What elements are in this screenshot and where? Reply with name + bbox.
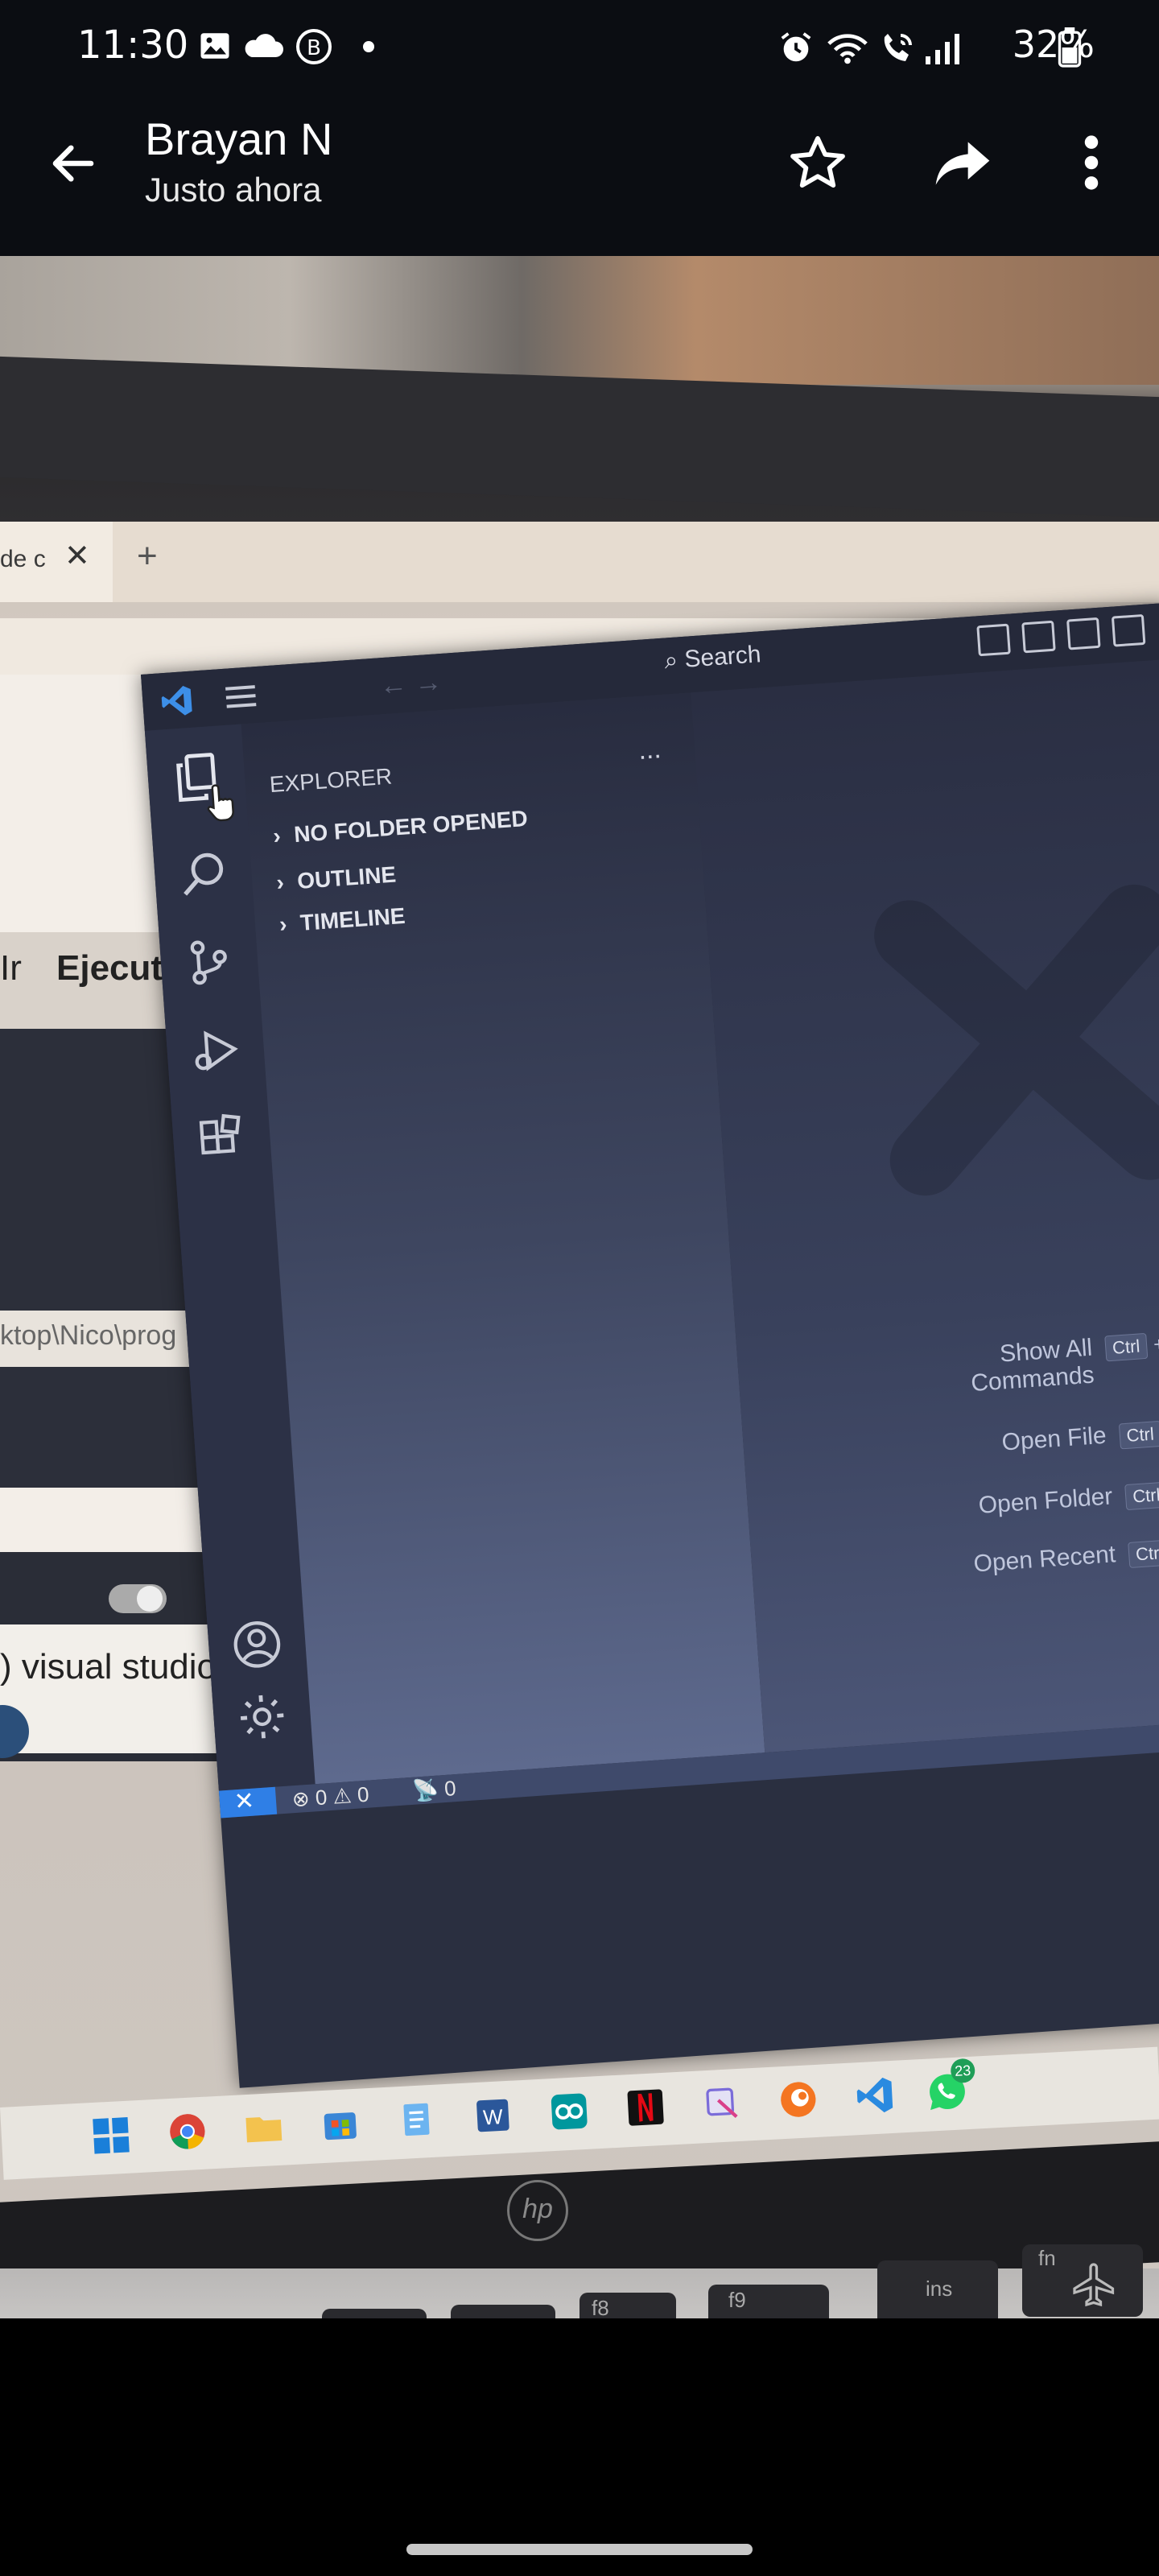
run-debug-icon: [195, 1030, 238, 1071]
dot-icon: [363, 41, 374, 52]
svg-text:W: W: [482, 2104, 504, 2129]
back-arrow-icon[interactable]: [47, 137, 100, 190]
broadcast-icon: 📡: [411, 1777, 439, 1803]
microsoft-store-icon: [324, 2112, 357, 2140]
message-timestamp: Justo ahora: [145, 171, 322, 208]
svg-text:B: B: [307, 36, 321, 60]
toggle-sidebar-icon: [976, 623, 1011, 657]
extensions-icon: [199, 1113, 241, 1155]
toggle-knob: [137, 1586, 163, 1612]
key-ctrl: Ctrl: [1124, 1481, 1159, 1511]
wifi-icon: [827, 34, 868, 64]
customize-layout-icon: [1111, 613, 1146, 647]
file-explorer-icon: [245, 2117, 283, 2143]
battery-percentage: 32%: [1012, 23, 1095, 66]
signal-icon: [926, 34, 959, 64]
share-icon[interactable]: [930, 135, 995, 192]
wifi-call-icon: [884, 34, 912, 61]
key-ctrl: Ctrl: [1128, 1539, 1159, 1569]
menu-item-ir: Ir: [0, 948, 22, 988]
netflix-icon: [627, 2089, 664, 2126]
key-ctrl: Ctrl: [1104, 1332, 1149, 1362]
chevron-right-icon: ›: [272, 823, 282, 848]
star-icon[interactable]: [787, 132, 848, 193]
chrome-icon: [170, 2114, 205, 2149]
chevron-right-icon: ›: [275, 869, 285, 895]
more-vert-icon[interactable]: [1075, 132, 1107, 193]
key-label: fn: [1038, 2246, 1056, 2270]
chevron-right-icon: ›: [278, 911, 288, 937]
path-text: ktop\Nico\prog: [0, 1320, 177, 1351]
windows-start-icon: [93, 2117, 130, 2154]
gesture-nav-handle[interactable]: [406, 2544, 753, 2555]
close-icon: ✕: [64, 539, 90, 573]
gallery-icon: [200, 33, 229, 59]
vscode-taskbar-icon: [856, 2077, 893, 2113]
key-label: f9: [728, 2288, 746, 2312]
contact-name: Brayan N: [145, 114, 333, 164]
vscode-watermark-icon: [874, 884, 1159, 1196]
source-control-icon: [190, 940, 227, 985]
search-icon: ⌕: [663, 646, 679, 675]
toggle-panel-icon: [1021, 620, 1056, 654]
search-result-panel: [0, 1624, 217, 1753]
notepad-icon: [403, 2103, 430, 2136]
keyboard-key: [451, 2305, 555, 2318]
remote-icon: ✕: [233, 1787, 256, 1816]
plus-sign: +: [1153, 1333, 1159, 1356]
snipping-tool-icon: [706, 2087, 738, 2119]
vscode-logo-icon: [161, 686, 192, 716]
browser-tabbar: [0, 522, 1159, 602]
browser-tab-title: de c: [0, 546, 46, 572]
alarm-icon: [781, 32, 811, 62]
vscode-window: ← → ⌕ Search EXPLORER ... › NO FOLDER OPE…: [141, 602, 1159, 2088]
nav-arrows-icon: ← →: [378, 666, 443, 702]
battery-icon: [1058, 27, 1082, 68]
key-label: f8: [592, 2296, 609, 2318]
search-label: Search: [683, 641, 762, 673]
crunchyroll-icon: [781, 2082, 816, 2117]
status-time: 11:30: [77, 23, 189, 68]
key-ctrl: Ctrl: [1118, 1420, 1159, 1450]
keyboard-key: [708, 2285, 829, 2318]
search-result-text: ) visual studio: [0, 1647, 217, 1686]
search-icon: [184, 852, 224, 896]
gear-icon: [240, 1695, 284, 1739]
ports-count: 📡 0: [412, 1776, 457, 1804]
b-circle-icon: B: [296, 29, 332, 64]
airplane-mode-icon: [1073, 2263, 1115, 2307]
key-label: ins: [926, 2277, 953, 2301]
hand-cursor-icon: [207, 784, 234, 822]
photo-viewer-image[interactable]: de c ✕ + Ir Ejecutar ktop\Nico\prog ) vi…: [0, 256, 1159, 2318]
toggle-secondary-sidebar-icon: [1066, 617, 1101, 650]
explorer-sidebar: [241, 692, 765, 1785]
word-icon: W: [476, 2099, 509, 2132]
menu-icon: [225, 685, 257, 708]
whatsapp-badge: 23: [950, 2058, 976, 2084]
plus-icon: +: [137, 536, 158, 576]
arduino-icon: [551, 2093, 588, 2130]
hp-logo: hp: [507, 2180, 568, 2241]
account-icon: [233, 1621, 281, 1668]
bottom-area: [0, 2318, 1159, 2576]
keyboard-key: [322, 2309, 427, 2318]
more-actions-icon: ...: [637, 733, 662, 766]
ports-value: 0: [443, 1776, 457, 1802]
cloud-icon: [245, 34, 283, 57]
status-bar: 11:30 B 32%: [0, 0, 1159, 97]
